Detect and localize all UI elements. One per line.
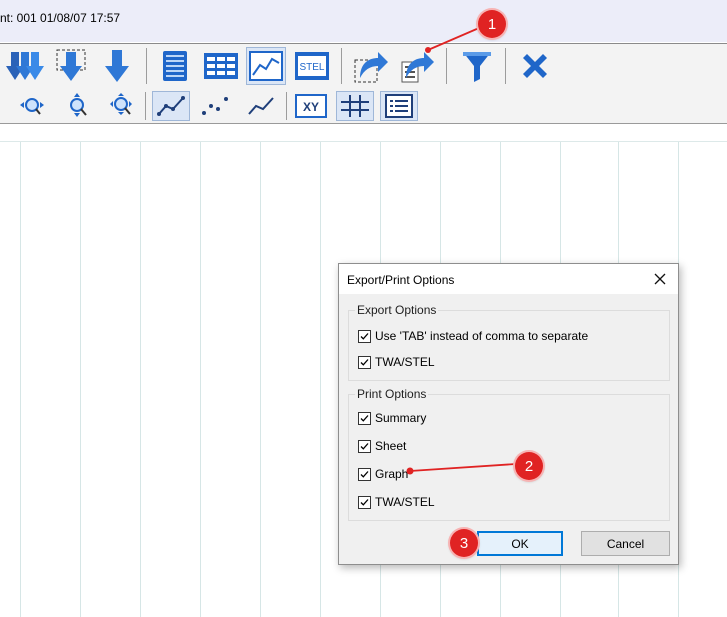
toolbar-separator: [286, 92, 287, 120]
toolbar-separator: [146, 48, 147, 84]
checkmark-icon: [360, 470, 369, 478]
filter-button[interactable]: [456, 47, 498, 85]
grid-line: [20, 142, 21, 617]
sheet-view-button[interactable]: [200, 47, 242, 85]
export-print-options-dialog: Export/Print Options Export Options Use …: [338, 263, 679, 565]
checkmark-icon: [360, 414, 369, 422]
dialog-title: Export/Print Options: [347, 273, 455, 287]
line-points-icon: [157, 96, 185, 116]
primary-toolbar: STEL: [0, 43, 727, 90]
checkmark-icon: [360, 442, 369, 450]
annotation-marker-2: 2: [515, 452, 543, 480]
filter-icon: [463, 52, 491, 82]
xy-axis-icon: XY: [295, 94, 327, 118]
checkmark-icon: [360, 332, 369, 340]
toolbar-separator: [145, 92, 146, 120]
xy-axis-button[interactable]: XY: [292, 91, 330, 121]
grid-line: [80, 142, 81, 617]
summary-report-icon: [163, 51, 187, 81]
use-tab-checkbox-row[interactable]: Use 'TAB' instead of comma to separate: [358, 329, 588, 343]
points-button[interactable]: [196, 91, 234, 121]
use-tab-label: Use 'TAB' instead of comma to separate: [375, 329, 589, 343]
graph-view-icon: [249, 51, 283, 81]
export-print-button[interactable]: [396, 47, 438, 85]
print-twa-stel-label: TWA/STEL: [375, 495, 435, 509]
list-icon: [385, 94, 413, 118]
delete-icon: [523, 54, 547, 78]
graph-label: Graph: [375, 467, 409, 481]
zoom-vertical-button[interactable]: [62, 91, 94, 121]
graph-view-button[interactable]: [246, 47, 286, 85]
toolbar-separator: [505, 48, 506, 84]
export-selection-icon: [354, 52, 388, 83]
grid-line: [140, 142, 141, 617]
sheet-label: Sheet: [375, 439, 407, 453]
download-all-icon: [6, 52, 44, 80]
sheet-checkbox[interactable]: [358, 439, 371, 453]
download-icon: [105, 50, 129, 82]
secondary-toolbar: XY: [0, 89, 727, 124]
summary-checkbox-row[interactable]: Summary: [358, 411, 426, 425]
points-icon: [202, 97, 228, 115]
checkmark-icon: [360, 358, 369, 366]
ok-button[interactable]: OK: [477, 531, 563, 556]
export-twa-stel-checkbox-row[interactable]: TWA/STEL: [358, 355, 435, 369]
toolbar-separator: [446, 48, 447, 84]
summary-checkbox[interactable]: [358, 411, 371, 425]
zoom-all-icon: [110, 93, 132, 115]
download-button[interactable]: [98, 47, 136, 85]
graph-checkbox[interactable]: [358, 467, 371, 481]
dialog-close-button[interactable]: [650, 269, 670, 289]
graph-checkbox-row[interactable]: Graph: [358, 467, 408, 481]
print-twa-stel-checkbox-row[interactable]: TWA/STEL: [358, 495, 435, 509]
export-twa-stel-label: TWA/STEL: [375, 355, 435, 369]
download-all-button[interactable]: [4, 47, 46, 85]
export-options-label: Export Options: [355, 303, 439, 317]
line-icon: [248, 97, 274, 115]
close-icon: [654, 273, 666, 285]
toolbar-separator: [341, 48, 342, 84]
summary-label: Summary: [375, 411, 427, 425]
svg-text:XY: XY: [303, 100, 319, 114]
export-options-group: Export Options: [348, 303, 670, 381]
print-twa-stel-checkbox[interactable]: [358, 495, 371, 509]
grid-icon: [341, 95, 369, 117]
use-tab-checkbox[interactable]: [358, 329, 371, 343]
cancel-button[interactable]: Cancel: [581, 531, 670, 556]
dialog-title-bar: Export/Print Options: [339, 264, 678, 294]
annotation-marker-3: 3: [450, 529, 478, 557]
delete-button[interactable]: [514, 47, 556, 85]
window-title-bar: nt: 001 01/08/07 17:57: [0, 0, 727, 42]
line-button[interactable]: [242, 91, 280, 121]
print-options-label: Print Options: [355, 387, 429, 401]
export-twa-stel-checkbox[interactable]: [358, 355, 371, 369]
svg-text:STEL: STEL: [299, 62, 324, 73]
annotation-marker-1: 1: [478, 10, 506, 38]
zoom-horizontal-button[interactable]: [16, 91, 48, 121]
sheet-view-icon: [204, 53, 238, 79]
download-selection-button[interactable]: [52, 47, 92, 85]
export-selection-button[interactable]: [350, 47, 392, 85]
window-title-text: nt: 001 01/08/07 17:57: [0, 11, 121, 25]
checkmark-icon: [360, 498, 369, 506]
zoom-horizontal-icon: [20, 98, 44, 115]
grid-line: [200, 142, 201, 617]
export-print-icon: [401, 52, 434, 83]
grid-line: [320, 142, 321, 617]
sheet-checkbox-row[interactable]: Sheet: [358, 439, 406, 453]
summary-report-button[interactable]: [156, 47, 194, 85]
download-selection-icon: [56, 49, 86, 81]
stel-view-button[interactable]: STEL: [292, 47, 332, 85]
stel-view-icon: STEL: [295, 52, 329, 80]
zoom-all-button[interactable]: [106, 91, 138, 121]
zoom-vertical-icon: [70, 93, 87, 117]
list-button[interactable]: [380, 91, 418, 121]
line-points-button[interactable]: [152, 91, 190, 121]
grid-button[interactable]: [336, 91, 374, 121]
grid-line: [260, 142, 261, 617]
